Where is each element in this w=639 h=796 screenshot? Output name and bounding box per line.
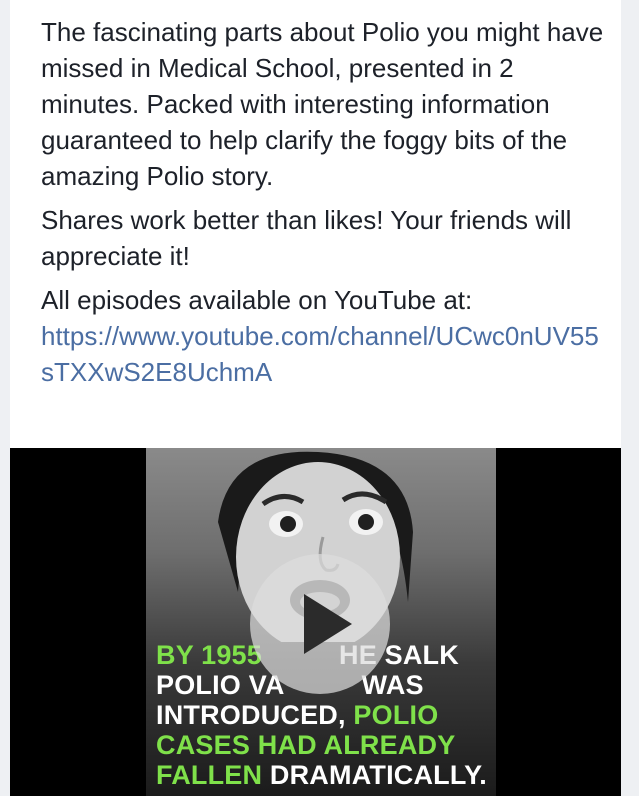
youtube-intro: All episodes available on YouTube at: <box>41 285 473 315</box>
caption-text: INTRODUCED, <box>156 700 346 730</box>
caption-text: DRAMATICALLY. <box>269 760 488 790</box>
caption-text: CASES HAD ALREADY <box>156 730 456 760</box>
caption-text: BY 1955 <box>156 640 262 670</box>
caption-text: FALLEN <box>156 760 263 790</box>
youtube-channel-link[interactable]: https://www.youtube.com/channel/UCwc0nUV… <box>41 321 599 387</box>
right-gutter <box>621 0 639 796</box>
left-gutter <box>0 0 10 796</box>
video-player[interactable]: BY 1955 HE SALK POLIO VA WAS INTRODUCED,… <box>10 448 621 796</box>
play-icon[interactable] <box>248 552 392 696</box>
post-paragraph-description: The fascinating parts about Polio you mi… <box>41 17 604 191</box>
post-paragraph-youtube: All episodes available on YouTube at: ht… <box>41 282 606 390</box>
post-paragraph-share: Shares work better than likes! Your frie… <box>41 205 572 271</box>
caption-text: POLIO <box>353 700 439 730</box>
post-text: The fascinating parts about Polio you mi… <box>41 14 606 398</box>
